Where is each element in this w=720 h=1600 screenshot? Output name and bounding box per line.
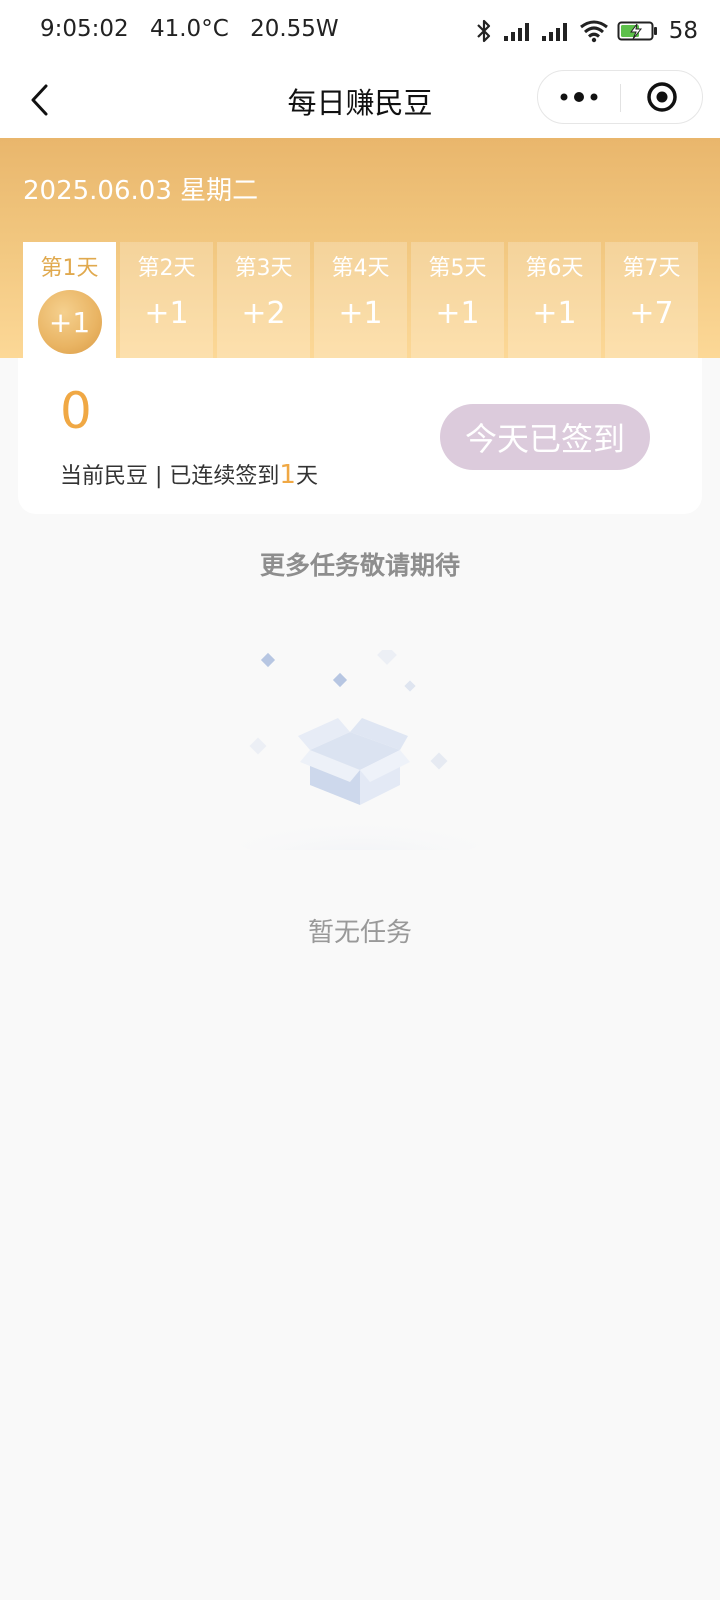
day-card-6: 第6天 +1	[508, 242, 601, 358]
signed-in-button[interactable]: 今天已签到	[440, 404, 650, 470]
bluetooth-icon	[476, 19, 490, 43]
day-label: 第7天	[622, 256, 681, 281]
nav-bar: 每日赚民豆	[0, 62, 720, 138]
status-bar: 9:05:02 41.0°C 20.55W 58	[0, 0, 720, 62]
day-reward: +1	[435, 296, 480, 331]
day-label: 第1天	[40, 256, 99, 281]
status-time: 9:05:02	[40, 16, 129, 42]
day-card-3: 第3天 +2	[217, 242, 310, 358]
more-tasks-title: 更多任务敬请期待	[259, 551, 460, 580]
more-dots-icon	[560, 92, 598, 102]
mini-program-capsule	[537, 70, 703, 124]
status-right: 58	[473, 16, 698, 46]
day-card-2: 第2天 +1	[120, 242, 213, 358]
day-label: 第6天	[525, 256, 584, 281]
day-reward: +1	[532, 296, 577, 331]
day-card-5: 第5天 +1	[411, 242, 504, 358]
day-reward: +2	[241, 296, 286, 331]
status-left: 9:05:02 41.0°C 20.55W	[40, 16, 353, 42]
empty-box-illustration	[220, 650, 500, 850]
day-card-7: 第7天 +7	[605, 242, 698, 358]
day-label: 第5天	[428, 256, 487, 281]
more-button[interactable]	[538, 71, 620, 123]
day-label: 第2天	[137, 256, 196, 281]
sign-in-card: 0 当前民豆 | 已连续签到1天 今天已签到	[18, 358, 702, 514]
day-reward: +7	[629, 296, 674, 331]
signal-icon-2	[541, 23, 567, 41]
day-rewards-row: 第1天 +1 第2天 +1 第3天 +2 第4天 +1 第5天 +1 第6天 +…	[23, 242, 699, 358]
signal-icon-1	[503, 23, 529, 41]
status-power: 20.55W	[250, 16, 339, 42]
close-mini-program-button[interactable]	[621, 71, 703, 123]
sign-info: 当前民豆 | 已连续签到1天	[60, 458, 318, 490]
current-beans-label: 当前民豆 | 已连续签到	[60, 464, 280, 489]
status-temperature: 41.0°C	[149, 16, 229, 42]
streak-days: 1	[279, 460, 296, 490]
day-reward: +1	[338, 296, 383, 331]
empty-tasks-text: 暂无任务	[307, 918, 412, 948]
day-card-1: 第1天 +1	[23, 242, 116, 358]
day-card-4: 第4天 +1	[314, 242, 407, 358]
reward-coin: +1	[37, 290, 102, 354]
wifi-icon	[579, 20, 608, 43]
bean-count: 0	[60, 382, 92, 440]
streak-unit: 天	[295, 464, 318, 489]
checkin-header: 2025.06.03 星期二 第1天 +1 第2天 +1 第3天 +2 第4天 …	[0, 138, 720, 358]
target-circle-icon	[647, 82, 677, 112]
day-label: 第3天	[234, 256, 293, 281]
current-date: 2025.06.03 星期二	[23, 176, 259, 206]
day-label: 第4天	[331, 256, 390, 281]
day-reward: +1	[48, 305, 91, 339]
battery-level: 58	[668, 18, 698, 44]
battery-icon	[617, 21, 657, 41]
day-reward: +1	[144, 296, 189, 331]
